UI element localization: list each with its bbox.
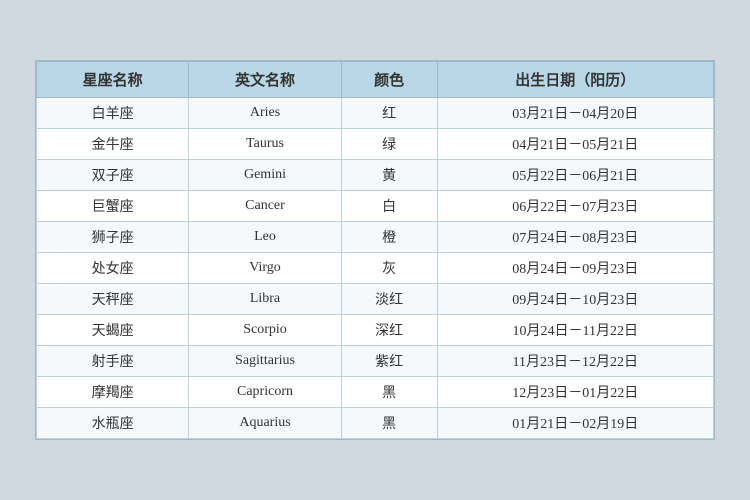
header-date: 出生日期（阳历） <box>437 62 713 98</box>
cell-chinese-name: 处女座 <box>37 253 189 284</box>
cell-english-name: Gemini <box>189 160 341 191</box>
cell-english-name: Taurus <box>189 129 341 160</box>
zodiac-table: 星座名称 英文名称 颜色 出生日期（阳历） 白羊座Aries红03月21日－04… <box>36 61 714 439</box>
cell-date: 05月22日－06月21日 <box>437 160 713 191</box>
cell-english-name: Leo <box>189 222 341 253</box>
cell-chinese-name: 巨蟹座 <box>37 191 189 222</box>
cell-chinese-name: 天秤座 <box>37 284 189 315</box>
cell-color: 黑 <box>341 377 437 408</box>
cell-date: 10月24日－11月22日 <box>437 315 713 346</box>
cell-chinese-name: 狮子座 <box>37 222 189 253</box>
cell-date: 07月24日－08月23日 <box>437 222 713 253</box>
cell-english-name: Libra <box>189 284 341 315</box>
table-row: 射手座Sagittarius紫红11月23日－12月22日 <box>37 346 714 377</box>
table-row: 白羊座Aries红03月21日－04月20日 <box>37 98 714 129</box>
zodiac-table-container: 星座名称 英文名称 颜色 出生日期（阳历） 白羊座Aries红03月21日－04… <box>35 60 715 440</box>
table-row: 狮子座Leo橙07月24日－08月23日 <box>37 222 714 253</box>
cell-color: 灰 <box>341 253 437 284</box>
cell-english-name: Aries <box>189 98 341 129</box>
table-row: 双子座Gemini黄05月22日－06月21日 <box>37 160 714 191</box>
cell-english-name: Capricorn <box>189 377 341 408</box>
cell-date: 08月24日－09月23日 <box>437 253 713 284</box>
cell-date: 11月23日－12月22日 <box>437 346 713 377</box>
cell-date: 03月21日－04月20日 <box>437 98 713 129</box>
header-english-name: 英文名称 <box>189 62 341 98</box>
cell-english-name: Aquarius <box>189 408 341 439</box>
cell-chinese-name: 摩羯座 <box>37 377 189 408</box>
cell-color: 深红 <box>341 315 437 346</box>
cell-date: 06月22日－07月23日 <box>437 191 713 222</box>
cell-color: 白 <box>341 191 437 222</box>
cell-color: 淡红 <box>341 284 437 315</box>
table-row: 水瓶座Aquarius黑01月21日－02月19日 <box>37 408 714 439</box>
cell-chinese-name: 白羊座 <box>37 98 189 129</box>
table-row: 处女座Virgo灰08月24日－09月23日 <box>37 253 714 284</box>
header-color: 颜色 <box>341 62 437 98</box>
cell-color: 绿 <box>341 129 437 160</box>
cell-chinese-name: 金牛座 <box>37 129 189 160</box>
cell-chinese-name: 双子座 <box>37 160 189 191</box>
table-body: 白羊座Aries红03月21日－04月20日金牛座Taurus绿04月21日－0… <box>37 98 714 439</box>
cell-color: 紫红 <box>341 346 437 377</box>
table-row: 天蝎座Scorpio深红10月24日－11月22日 <box>37 315 714 346</box>
table-header-row: 星座名称 英文名称 颜色 出生日期（阳历） <box>37 62 714 98</box>
cell-english-name: Sagittarius <box>189 346 341 377</box>
table-row: 金牛座Taurus绿04月21日－05月21日 <box>37 129 714 160</box>
cell-english-name: Cancer <box>189 191 341 222</box>
cell-color: 黑 <box>341 408 437 439</box>
cell-chinese-name: 天蝎座 <box>37 315 189 346</box>
cell-date: 01月21日－02月19日 <box>437 408 713 439</box>
header-chinese-name: 星座名称 <box>37 62 189 98</box>
cell-date: 12月23日－01月22日 <box>437 377 713 408</box>
cell-color: 红 <box>341 98 437 129</box>
table-row: 摩羯座Capricorn黑12月23日－01月22日 <box>37 377 714 408</box>
cell-chinese-name: 水瓶座 <box>37 408 189 439</box>
table-row: 天秤座Libra淡红09月24日－10月23日 <box>37 284 714 315</box>
cell-english-name: Virgo <box>189 253 341 284</box>
cell-color: 黄 <box>341 160 437 191</box>
cell-english-name: Scorpio <box>189 315 341 346</box>
cell-date: 04月21日－05月21日 <box>437 129 713 160</box>
table-row: 巨蟹座Cancer白06月22日－07月23日 <box>37 191 714 222</box>
cell-chinese-name: 射手座 <box>37 346 189 377</box>
cell-date: 09月24日－10月23日 <box>437 284 713 315</box>
cell-color: 橙 <box>341 222 437 253</box>
